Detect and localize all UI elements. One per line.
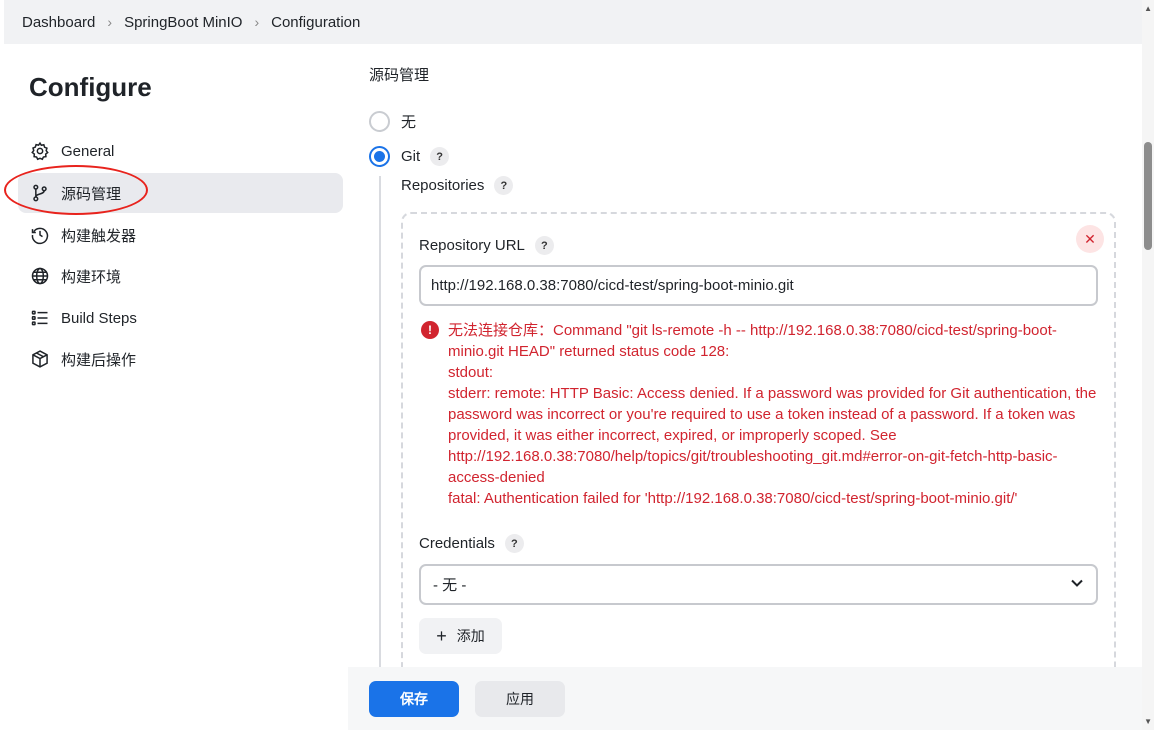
help-icon[interactable]: ? bbox=[430, 147, 450, 166]
breadcrumb-dashboard[interactable]: Dashboard bbox=[22, 14, 95, 31]
chevron-right-icon: › bbox=[107, 14, 113, 30]
add-button-label: 添加 bbox=[456, 628, 485, 644]
apply-button[interactable]: 应用 bbox=[475, 681, 565, 717]
bottom-action-bar bbox=[348, 667, 1142, 730]
sidebar-item-build-environment[interactable]: 构建环境 bbox=[18, 256, 343, 296]
breadcrumb: Dashboard › SpringBoot MinIO › Configura… bbox=[4, 0, 1142, 44]
breadcrumb-project[interactable]: SpringBoot MinIO bbox=[124, 14, 242, 31]
globe-icon bbox=[29, 265, 51, 287]
page-title: Configure bbox=[29, 72, 152, 102]
repository-url-label-text: Repository URL bbox=[419, 237, 525, 254]
list-icon bbox=[29, 307, 51, 329]
sidebar-item-general[interactable]: General bbox=[18, 131, 343, 171]
sidebar-item-label: 构建后操作 bbox=[61, 351, 137, 369]
section-title-scm: 源码管理 bbox=[369, 67, 430, 84]
scroll-down-arrow-icon[interactable]: ▼ bbox=[1144, 717, 1152, 726]
repository-url-label: Repository URL ? bbox=[419, 236, 554, 255]
credentials-label: Credentials ? bbox=[419, 534, 524, 553]
git-section-divider bbox=[379, 176, 381, 676]
breadcrumb-configuration[interactable]: Configuration bbox=[271, 14, 360, 31]
clock-icon bbox=[29, 224, 51, 246]
save-button[interactable]: 保存 bbox=[369, 681, 459, 717]
radio-git[interactable] bbox=[369, 146, 390, 167]
add-credentials-button[interactable]: + 添加 bbox=[419, 618, 502, 654]
radio-none[interactable] bbox=[369, 111, 390, 132]
plus-icon: + bbox=[436, 625, 447, 646]
branch-icon bbox=[29, 182, 51, 204]
help-icon[interactable]: ? bbox=[494, 176, 514, 195]
repositories-label-text: Repositories bbox=[401, 177, 485, 194]
scm-option-none[interactable]: 无 bbox=[369, 111, 416, 132]
gear-icon bbox=[29, 140, 51, 162]
help-icon[interactable]: ? bbox=[534, 236, 554, 255]
sidebar-item-label: General bbox=[61, 142, 115, 160]
radio-label-git: Git bbox=[401, 148, 421, 165]
sidebar-item-label: 构建环境 bbox=[61, 268, 122, 286]
close-icon[interactable]: ✕ bbox=[1076, 225, 1104, 253]
credentials-select[interactable]: - 无 - bbox=[419, 564, 1098, 605]
error-icon: ! bbox=[421, 321, 439, 339]
repositories-label: Repositories ? bbox=[401, 176, 514, 195]
sidebar-item-build-triggers[interactable]: 构建触发器 bbox=[18, 215, 343, 255]
radio-label-none: 无 bbox=[401, 114, 417, 131]
chevron-right-icon: › bbox=[254, 14, 260, 30]
credentials-label-text: Credentials bbox=[419, 535, 495, 552]
sidebar-item-label: 源码管理 bbox=[61, 185, 122, 203]
sidebar-item-label: 构建触发器 bbox=[61, 227, 137, 245]
sidebar-item-scm[interactable]: 源码管理 bbox=[18, 173, 343, 213]
repository-url-input[interactable] bbox=[419, 265, 1098, 306]
help-icon[interactable]: ? bbox=[504, 534, 524, 553]
scrollbar-thumb[interactable] bbox=[1144, 142, 1152, 250]
chevron-down-icon bbox=[1070, 576, 1084, 594]
credentials-selected-value: - 无 - bbox=[433, 577, 467, 594]
scm-option-git[interactable]: Git ? bbox=[369, 146, 450, 167]
scroll-up-arrow-icon[interactable]: ▲ bbox=[1144, 4, 1152, 13]
sidebar-item-build-steps[interactable]: Build Steps bbox=[18, 298, 343, 338]
error-message: 无法连接仓库：Command "git ls-remote -h -- http… bbox=[448, 322, 1097, 507]
box-icon bbox=[29, 348, 51, 370]
sidebar-item-post-build[interactable]: 构建后操作 bbox=[18, 339, 343, 379]
sidebar-item-label: Build Steps bbox=[61, 309, 137, 327]
page-scrollbar[interactable]: ▲ ▼ bbox=[1142, 0, 1154, 730]
